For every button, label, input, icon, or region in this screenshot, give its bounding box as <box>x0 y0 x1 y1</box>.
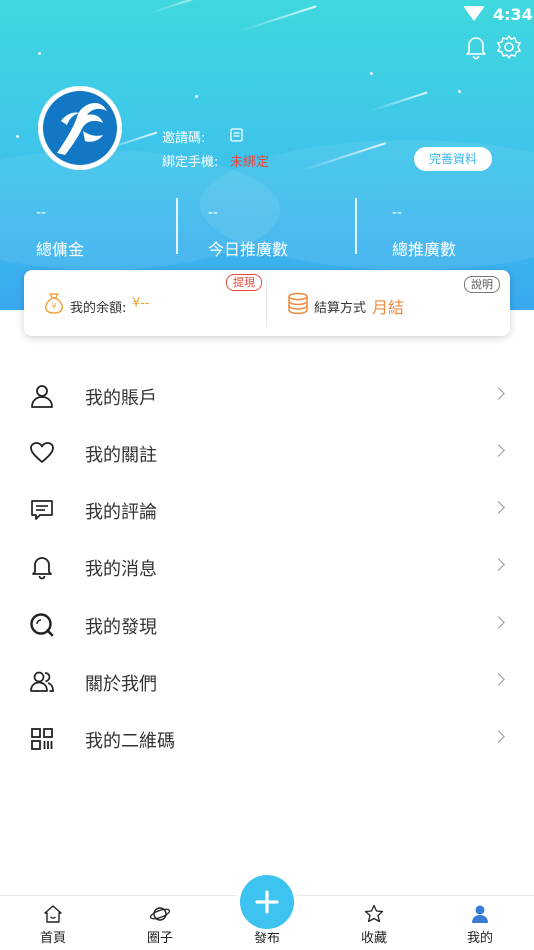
balance-value: ¥-- <box>132 296 150 311</box>
explain-tag[interactable]: 說明 <box>464 276 500 293</box>
status-bar: 4:34 <box>0 0 534 30</box>
star <box>38 52 41 55</box>
menu-item-messages[interactable]: 我的消息 <box>0 538 534 595</box>
invite-code-label: 邀請碼: <box>162 131 206 146</box>
menu-item-comments[interactable]: 我的評論 <box>0 481 534 538</box>
total-commission-label: 總傭金 <box>36 240 85 259</box>
notification-bell-icon[interactable] <box>463 34 489 60</box>
withdraw-tag[interactable]: 提現 <box>226 274 262 291</box>
bell-icon <box>32 557 52 580</box>
chevron-right-icon <box>492 501 505 514</box>
settlement-value: 月結 <box>372 298 405 317</box>
complete-profile-button[interactable]: 完善資料 <box>414 147 492 171</box>
money-bag-icon: ¥ <box>45 293 63 314</box>
tab-mine[interactable]: 我的 <box>440 896 520 950</box>
profile-header: 4:34 邀請碼: 綁定手機: 未綁定 完善資料 -- 總傭金 -- 今日推廣數… <box>0 0 534 310</box>
plus-icon <box>255 890 279 914</box>
menu-label-account: 我的賬戶 <box>85 388 157 409</box>
tab-home-label: 首頁 <box>39 931 66 946</box>
menu-item-account[interactable]: 我的賬戶 <box>0 367 534 424</box>
chevron-right-icon <box>492 616 505 629</box>
status-time: 4:34 <box>493 5 533 24</box>
menu-label-qrcode: 我的二維碼 <box>85 731 175 752</box>
star <box>16 135 19 138</box>
balance-card: ¥ 我的余額: ¥-- 提現 結算方式 月結 說明 <box>24 270 510 336</box>
total-promotion-label: 總推廣數 <box>392 240 457 259</box>
planet-icon <box>150 907 170 921</box>
today-promotion-value: -- <box>208 205 219 221</box>
balance-label: 我的余額: <box>70 301 127 316</box>
phone-label: 綁定手機: <box>162 155 219 170</box>
total-promotion-value: -- <box>392 205 403 221</box>
heart-icon <box>30 442 54 463</box>
tab-favorites-label: 收藏 <box>360 931 387 946</box>
star-icon <box>364 904 384 923</box>
discover-icon <box>30 613 54 637</box>
tab-favorites[interactable]: 收藏 <box>334 896 414 950</box>
star <box>458 90 461 93</box>
tab-home[interactable]: 首頁 <box>13 896 93 950</box>
stat-divider <box>355 198 357 254</box>
star <box>195 95 198 98</box>
tab-circle-label: 圈子 <box>146 931 173 946</box>
menu-label-comments: 我的評論 <box>85 502 157 523</box>
card-divider <box>266 282 267 326</box>
menu-label-discover: 我的發現 <box>85 617 157 638</box>
chevron-right-icon <box>492 387 505 400</box>
chevron-right-icon <box>492 673 505 686</box>
menu-item-follow[interactable]: 我的關註 <box>0 424 534 481</box>
tab-mine-label: 我的 <box>466 931 493 946</box>
wifi-icon <box>463 6 485 21</box>
menu-item-about[interactable]: 關於我們 <box>0 653 534 710</box>
avatar-logo <box>43 91 117 165</box>
horse-logo-icon <box>57 103 107 155</box>
home-icon <box>44 905 62 923</box>
menu-label-about: 關於我們 <box>85 674 157 695</box>
user-active-icon <box>472 905 488 923</box>
publish-button[interactable] <box>240 875 294 929</box>
qrcode-icon <box>31 728 53 750</box>
tab-circle[interactable]: 圈子 <box>120 896 200 950</box>
meteor-streak <box>369 91 428 112</box>
avatar[interactable] <box>38 86 122 170</box>
coin-stack-icon <box>288 292 308 315</box>
total-commission-value: -- <box>36 205 47 221</box>
menu-label-messages: 我的消息 <box>85 559 157 580</box>
menu-label-follow: 我的關註 <box>85 445 157 466</box>
group-icon <box>30 671 54 692</box>
chevron-right-icon <box>492 444 505 457</box>
phone-value[interactable]: 未綁定 <box>230 151 269 170</box>
chevron-right-icon <box>492 730 505 743</box>
today-promotion-label: 今日推廣數 <box>208 240 289 259</box>
svg-text:¥: ¥ <box>51 302 56 311</box>
tab-publish-label: 發布 <box>253 931 280 946</box>
stat-divider <box>176 198 178 254</box>
comment-icon <box>31 500 53 520</box>
settings-gear-icon[interactable] <box>496 34 522 60</box>
settlement-label: 結算方式 <box>314 301 367 316</box>
user-icon <box>31 385 53 408</box>
copy-icon[interactable] <box>230 128 243 142</box>
chevron-right-icon <box>492 558 505 571</box>
menu-item-discover[interactable]: 我的發現 <box>0 596 534 653</box>
menu-item-qrcode[interactable]: 我的二維碼 <box>0 710 534 767</box>
star <box>370 72 373 75</box>
